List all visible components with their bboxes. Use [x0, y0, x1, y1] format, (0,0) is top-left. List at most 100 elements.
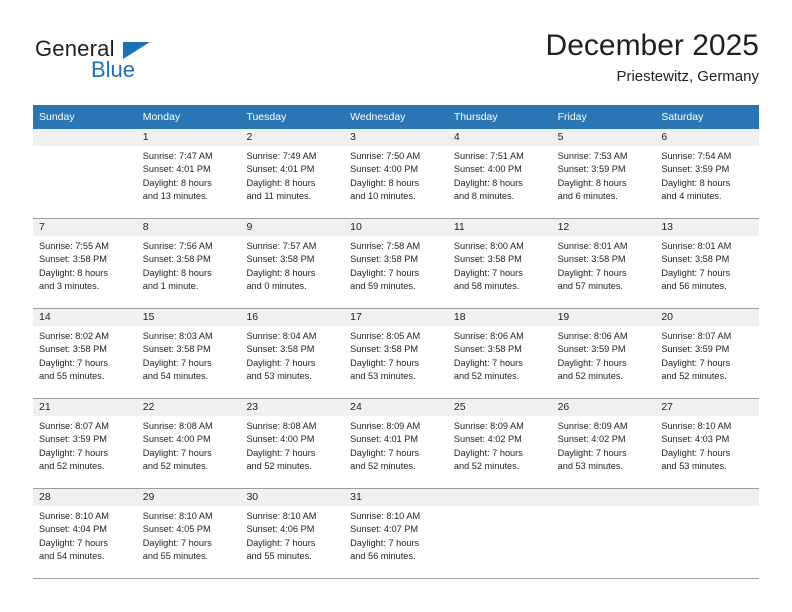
- day-cell-18[interactable]: 18 Sunrise: 8:06 AM Sunset: 3:58 PM Dayligh…: [447, 309, 552, 398]
- day-number: 18: [447, 309, 552, 326]
- day-number: 3: [344, 129, 448, 146]
- day-sunset-text: Sunset: 3:58 PM: [246, 344, 315, 355]
- day-sunset-text: Sunset: 3:58 PM: [350, 344, 419, 355]
- generalblue-logo[interactable]: General Blue: [33, 36, 233, 92]
- day-sunrise-text: Sunrise: 7:49 AM: [246, 151, 317, 161]
- day-sunset-text: Sunset: 4:03 PM: [661, 434, 730, 445]
- calendar-week-row: 21 Sunrise: 8:07 AM Sunset: 3:59 PM Dayligh…: [33, 399, 760, 489]
- day-sunrise-text: Sunrise: 8:08 AM: [142, 421, 213, 431]
- day-sunrise-text: Sunrise: 8:10 AM: [246, 511, 317, 521]
- day-number: 24: [344, 399, 448, 416]
- day-cell-12[interactable]: 12 Sunrise: 8:01 AM Sunset: 3:58 PM Dayligh…: [551, 219, 656, 308]
- day-daylight-line2-text: and 53 minutes.: [246, 371, 312, 382]
- day-cell-19[interactable]: 19 Sunrise: 8:06 AM Sunset: 3:59 PM Dayligh…: [551, 309, 656, 398]
- day-cell-31[interactable]: 31 Sunrise: 8:10 AM Sunset: 4:07 PM Dayligh…: [344, 489, 448, 578]
- day-daylight-line1-text: Daylight: 7 hours: [661, 267, 731, 278]
- day-daylight-line1-text: Daylight: 8 hours: [246, 267, 316, 278]
- calendar-grid: Sunday Monday Tuesday Wednesday Thursday Frid…: [33, 105, 760, 579]
- day-daylight-line2-text: and 4 minutes.: [661, 191, 722, 202]
- day-sunrise-text: Sunrise: 8:08 AM: [246, 421, 317, 431]
- day-cell-20[interactable]: 20 Sunrise: 8:07 AM Sunset: 3:59 PM Dayligh…: [655, 309, 760, 398]
- day-daylight-line1-text: Daylight: 8 hours: [661, 177, 731, 188]
- day-cell-14[interactable]: 14 Sunrise: 8:02 AM Sunset: 3:58 PM Dayligh…: [33, 309, 137, 398]
- day-cell-25[interactable]: 25 Sunrise: 8:09 AM Sunset: 4:02 PM Dayligh…: [447, 399, 552, 488]
- day-number: 28: [33, 489, 137, 506]
- day-sunrise-text: Sunrise: 7:55 AM: [39, 241, 109, 251]
- day-sunset-text: Sunset: 3:58 PM: [39, 254, 107, 265]
- day-number: 12: [551, 219, 656, 236]
- day-details: Sunrise: 8:06 AM Sunset: 3:59 PM Daylight:…: [552, 326, 656, 384]
- day-number: 2: [240, 129, 345, 146]
- day-number: [447, 489, 552, 506]
- day-number: 27: [655, 399, 760, 416]
- day-sunset-text: Sunset: 4:00 PM: [453, 164, 522, 175]
- day-details: Sunrise: 8:05 AM Sunset: 3:58 PM Daylight:…: [344, 326, 448, 384]
- day-cell-6[interactable]: 6 Sunrise: 7:54 AM Sunset: 3:59 PM Daylight…: [655, 129, 760, 218]
- day-cell-7[interactable]: 7 Sunrise: 7:55 AM Sunset: 3:58 PM Daylight…: [33, 219, 137, 308]
- day-cell-2[interactable]: 2 Sunrise: 7:49 AM Sunset: 4:01 PM Daylight…: [240, 129, 345, 218]
- day-number: [655, 489, 760, 506]
- day-daylight-line2-text: and 52 minutes.: [453, 461, 520, 472]
- day-sunrise-text: Sunrise: 8:09 AM: [557, 421, 628, 431]
- calendar-week-row: 1 Sunrise: 7:47 AM Sunset: 4:01 PM Daylight…: [33, 129, 760, 219]
- day-details: Sunrise: 8:07 AM Sunset: 3:59 PM Daylight:…: [655, 326, 759, 384]
- day-daylight-line2-text: and 54 minutes.: [39, 551, 105, 562]
- day-cell-13[interactable]: 13 Sunrise: 8:01 AM Sunset: 3:58 PM Dayligh…: [655, 219, 760, 308]
- day-cell-22[interactable]: 22 Sunrise: 8:08 AM Sunset: 4:00 PM Dayligh…: [136, 399, 241, 488]
- day-daylight-line1-text: Daylight: 7 hours: [661, 357, 731, 368]
- day-daylight-line1-text: Daylight: 7 hours: [246, 447, 316, 458]
- page-header: General Blue December 2025 Priestewitz, …: [33, 28, 759, 100]
- day-cell-15[interactable]: 15 Sunrise: 8:03 AM Sunset: 3:58 PM Dayligh…: [136, 309, 241, 398]
- day-details: Sunrise: 8:08 AM Sunset: 4:00 PM Daylight:…: [240, 416, 344, 474]
- day-details: Sunrise: 7:55 AM Sunset: 3:58 PM Daylight:…: [33, 236, 137, 294]
- day-daylight-line1-text: Daylight: 7 hours: [453, 267, 523, 278]
- day-cell-10[interactable]: 10 Sunrise: 7:58 AM Sunset: 3:58 PM Dayligh…: [344, 219, 448, 308]
- day-sunrise-text: Sunrise: 8:06 AM: [453, 331, 524, 341]
- day-details: Sunrise: 8:10 AM Sunset: 4:07 PM Daylight:…: [344, 506, 448, 564]
- day-cell-4[interactable]: 4 Sunrise: 7:51 AM Sunset: 4:00 PM Daylight…: [447, 129, 552, 218]
- day-number: 5: [551, 129, 656, 146]
- day-cell-27[interactable]: 27 Sunrise: 8:10 AM Sunset: 4:03 PM Dayligh…: [655, 399, 760, 488]
- calendar-week-row: 14 Sunrise: 8:02 AM Sunset: 3:58 PM Dayligh…: [33, 309, 760, 399]
- day-daylight-line1-text: Daylight: 8 hours: [557, 177, 627, 188]
- day-sunset-text: Sunset: 3:58 PM: [453, 344, 522, 355]
- weekday-header-wednesday: Wednesday: [350, 111, 406, 123]
- day-cell-8[interactable]: 8 Sunrise: 7:56 AM Sunset: 3:58 PM Daylight…: [136, 219, 241, 308]
- day-cell-3[interactable]: 3 Sunrise: 7:50 AM Sunset: 4:00 PM Daylight…: [344, 129, 448, 218]
- day-daylight-line1-text: Daylight: 7 hours: [246, 357, 316, 368]
- day-cell-5[interactable]: 5 Sunrise: 7:53 AM Sunset: 3:59 PM Daylight…: [551, 129, 656, 218]
- day-sunrise-text: Sunrise: 8:02 AM: [39, 331, 109, 341]
- day-cell-empty: [551, 489, 656, 578]
- day-cell-9[interactable]: 9 Sunrise: 7:57 AM Sunset: 3:58 PM Daylight…: [240, 219, 345, 308]
- day-cell-28[interactable]: 28 Sunrise: 8:10 AM Sunset: 4:04 PM Dayligh…: [33, 489, 137, 578]
- day-daylight-line2-text: and 55 minutes.: [39, 371, 105, 382]
- day-cell-21[interactable]: 21 Sunrise: 8:07 AM Sunset: 3:59 PM Dayligh…: [33, 399, 137, 488]
- day-cell-29[interactable]: 29 Sunrise: 8:10 AM Sunset: 4:05 PM Dayligh…: [136, 489, 241, 578]
- day-daylight-line2-text: and 52 minutes.: [661, 371, 727, 382]
- day-cell-30[interactable]: 30 Sunrise: 8:10 AM Sunset: 4:06 PM Dayligh…: [240, 489, 345, 578]
- day-daylight-line1-text: Daylight: 7 hours: [557, 447, 627, 458]
- day-cell-23[interactable]: 23 Sunrise: 8:08 AM Sunset: 4:00 PM Dayligh…: [240, 399, 345, 488]
- day-cell-26[interactable]: 26 Sunrise: 8:09 AM Sunset: 4:02 PM Dayligh…: [551, 399, 656, 488]
- day-number: 19: [551, 309, 656, 326]
- day-details: Sunrise: 8:02 AM Sunset: 3:58 PM Daylight:…: [33, 326, 137, 384]
- day-sunset-text: Sunset: 4:06 PM: [246, 524, 315, 535]
- weekday-header-sunday: Sunday: [39, 111, 75, 123]
- day-cell-11[interactable]: 11 Sunrise: 8:00 AM Sunset: 3:58 PM Dayligh…: [447, 219, 552, 308]
- day-cell-1[interactable]: 1 Sunrise: 7:47 AM Sunset: 4:01 PM Daylight…: [136, 129, 241, 218]
- day-daylight-line2-text: and 0 minutes.: [246, 281, 307, 292]
- day-daylight-line1-text: Daylight: 7 hours: [661, 447, 731, 458]
- day-number: 10: [344, 219, 448, 236]
- day-number: 11: [447, 219, 552, 236]
- day-daylight-line2-text: and 52 minutes.: [246, 461, 312, 472]
- day-cell-17[interactable]: 17 Sunrise: 8:05 AM Sunset: 3:58 PM Dayligh…: [344, 309, 448, 398]
- day-cell-empty: [655, 489, 760, 578]
- day-cell-16[interactable]: 16 Sunrise: 8:04 AM Sunset: 3:58 PM Dayligh…: [240, 309, 345, 398]
- day-details: Sunrise: 8:04 AM Sunset: 3:58 PM Daylight:…: [240, 326, 344, 384]
- day-sunset-text: Sunset: 3:58 PM: [557, 254, 626, 265]
- day-daylight-line1-text: Daylight: 7 hours: [142, 537, 212, 548]
- day-cell-24[interactable]: 24 Sunrise: 8:09 AM Sunset: 4:01 PM Dayligh…: [344, 399, 448, 488]
- page-title: December 2025: [545, 29, 759, 62]
- day-sunset-text: Sunset: 4:04 PM: [39, 524, 107, 535]
- day-daylight-line2-text: and 11 minutes.: [246, 191, 312, 202]
